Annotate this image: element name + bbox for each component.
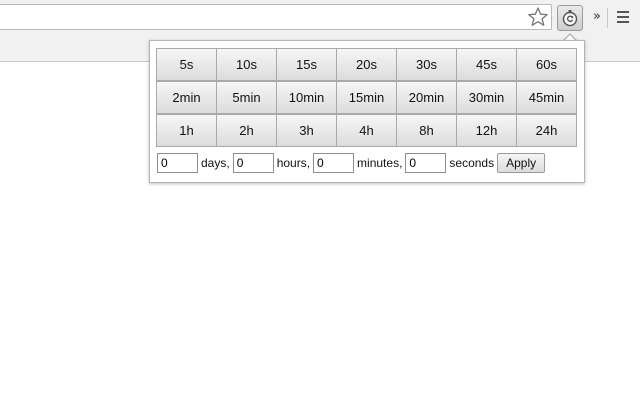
preset-2h-button[interactable]: 2h [216,114,277,147]
auto-refresh-popup: 5s 10s 15s 20s 30s 45s 60s 2min 5min 10m… [149,40,585,183]
seconds-label: seconds [449,156,495,170]
toolbar-divider [607,8,608,28]
preset-12h-button[interactable]: 12h [456,114,517,147]
preset-3h-button[interactable]: 3h [276,114,337,147]
preset-2min-button[interactable]: 2min [156,81,217,114]
apply-button[interactable]: Apply [497,153,546,173]
preset-8h-button[interactable]: 8h [396,114,457,147]
hamburger-menu-icon[interactable] [614,8,632,28]
minutes-input[interactable] [313,153,355,173]
hours-label: hours, [276,156,311,170]
preset-45min-button[interactable]: 45min [516,81,577,114]
seconds-input[interactable] [405,153,447,173]
timer-refresh-extension-button[interactable] [557,5,583,31]
browser-toolbar: » [0,0,640,35]
minutes-label: minutes, [357,156,403,170]
preset-15min-button[interactable]: 15min [336,81,397,114]
preset-1h-button[interactable]: 1h [156,114,217,147]
preset-24h-button[interactable]: 24h [516,114,577,147]
star-outline-icon[interactable] [527,6,549,28]
preset-15s-button[interactable]: 15s [276,48,337,81]
preset-20s-button[interactable]: 20s [336,48,397,81]
preset-45s-button[interactable]: 45s [456,48,517,81]
preset-30min-button[interactable]: 30min [456,81,517,114]
timer-refresh-icon [562,10,578,27]
preset-4h-button[interactable]: 4h [336,114,397,147]
preset-5s-button[interactable]: 5s [156,48,217,81]
preset-interval-grid: 5s 10s 15s 20s 30s 45s 60s 2min 5min 10m… [156,48,577,147]
preset-20min-button[interactable]: 20min [396,81,457,114]
preset-10s-button[interactable]: 10s [216,48,277,81]
hours-input[interactable] [232,153,274,173]
address-bar[interactable] [0,4,552,30]
preset-60s-button[interactable]: 60s [516,48,577,81]
preset-10min-button[interactable]: 10min [276,81,337,114]
preset-30s-button[interactable]: 30s [396,48,457,81]
days-label: days, [201,156,230,170]
extensions-overflow-button[interactable]: » [590,6,604,28]
custom-interval-row: days, hours, minutes, seconds Apply [157,153,546,173]
preset-5min-button[interactable]: 5min [216,81,277,114]
days-input[interactable] [157,153,198,173]
